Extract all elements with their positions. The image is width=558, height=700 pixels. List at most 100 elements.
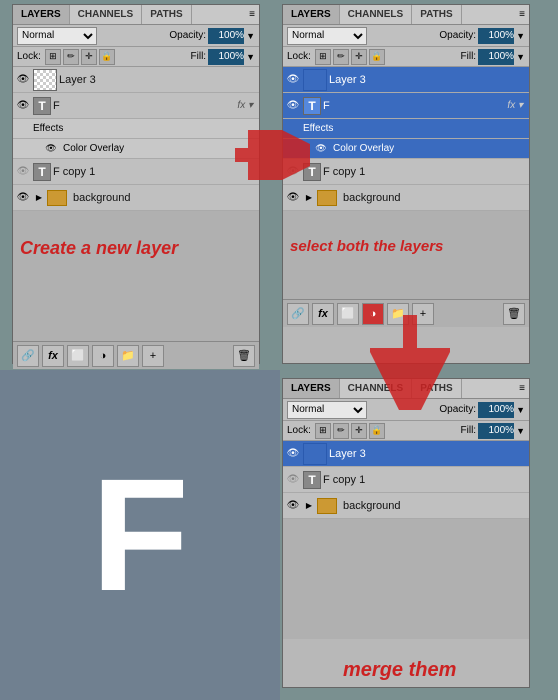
- folder-bg-tl: [47, 190, 67, 206]
- layer-row-bg-br[interactable]: 👁 ▶ background: [283, 493, 529, 519]
- eye-bg-tl[interactable]: 👁: [15, 190, 31, 206]
- layer3-name-br: Layer 3: [329, 448, 527, 460]
- eye-fcopy1-tl[interactable]: 👁: [15, 164, 31, 180]
- link-btn-tr[interactable]: 🔗: [287, 303, 309, 325]
- tab-layers-br[interactable]: LAYERS: [283, 379, 340, 398]
- lock-mov-btn-tr[interactable]: ✛: [351, 49, 367, 65]
- blend-opacity-row-br: Normal Opacity: ▼: [283, 399, 529, 421]
- blend-mode-select-tl[interactable]: Normal: [17, 27, 97, 45]
- layer-row-bg-tr[interactable]: 👁 ▶ background: [283, 185, 529, 211]
- fill-stepper-tl[interactable]: ▼: [246, 52, 255, 62]
- lock-pos-btn-tr[interactable]: ⊞: [315, 49, 331, 65]
- lock-all-btn-br[interactable]: 🔒: [369, 423, 385, 439]
- opacity-input-tl[interactable]: [208, 28, 244, 44]
- effects-row-tr: Effects: [283, 119, 529, 139]
- eye-f-tl[interactable]: 👁: [15, 98, 31, 114]
- layer-row-bg-tl[interactable]: 👁 ▶ background: [13, 185, 259, 211]
- panel-menu-tl[interactable]: ≡: [245, 7, 259, 22]
- text-icon-fcopy1-br: T: [303, 471, 321, 489]
- blend-mode-select-tr[interactable]: Normal: [287, 27, 367, 45]
- opacity-stepper-tl[interactable]: ▼: [246, 31, 255, 41]
- lock-pix-btn-tr[interactable]: ✏: [333, 49, 349, 65]
- tab-channels-tl[interactable]: CHANNELS: [70, 5, 143, 24]
- eye-overlay-tl[interactable]: 👁: [43, 141, 59, 157]
- link-btn-tl[interactable]: 🔗: [17, 345, 39, 367]
- adj-btn-tl[interactable]: ◑: [92, 345, 114, 367]
- lock-all-btn[interactable]: 🔒: [99, 49, 115, 65]
- layer-row-layer3-tl[interactable]: 👁 Layer 3: [13, 67, 259, 93]
- fill-control-tl: Fill: ▼: [191, 49, 255, 65]
- tab-channels-tr[interactable]: CHANNELS: [340, 5, 413, 24]
- fx-badge-f-tr: fx ▾: [507, 100, 527, 111]
- fill-stepper-tr[interactable]: ▼: [516, 52, 525, 62]
- lock-pix-btn-br[interactable]: ✏: [333, 423, 349, 439]
- tab-paths-tl[interactable]: PATHS: [142, 5, 191, 24]
- instruction-merge: merge them: [343, 659, 558, 682]
- eye-fcopy1-tr[interactable]: 👁: [285, 164, 301, 180]
- layer-row-fcopy1-tr[interactable]: 👁 T F copy 1: [283, 159, 529, 185]
- mask-btn-tr[interactable]: ⬜: [337, 303, 359, 325]
- effects-label-tr: Effects: [303, 123, 333, 134]
- lock-pixels-btn[interactable]: ✏: [63, 49, 79, 65]
- eye-fcopy1-br[interactable]: 👁: [285, 472, 301, 488]
- opacity-input-br[interactable]: [478, 402, 514, 418]
- panel-menu-br[interactable]: ≡: [515, 381, 529, 396]
- eye-bg-br[interactable]: 👁: [285, 498, 301, 514]
- new-btn-tl[interactable]: +: [142, 345, 164, 367]
- opacity-stepper-tr[interactable]: ▼: [516, 31, 525, 41]
- fill-input-br[interactable]: [478, 423, 514, 439]
- layer-row-f-tl[interactable]: 👁 T F fx ▾: [13, 93, 259, 119]
- layer-row-fcopy1-br[interactable]: 👁 T F copy 1: [283, 467, 529, 493]
- trash-btn-tr[interactable]: 🗑: [503, 303, 525, 325]
- eye-layer3-tr[interactable]: 👁: [285, 72, 301, 88]
- eye-layer3-br[interactable]: 👁: [285, 446, 301, 462]
- fcopy1-name-br: F copy 1: [323, 474, 527, 486]
- tab-layers-tr[interactable]: LAYERS: [283, 5, 340, 24]
- tab-paths-tr[interactable]: PATHS: [412, 5, 461, 24]
- footer-tl: 🔗 fx ⬜ ◑ 📁 + 🗑: [13, 341, 259, 369]
- text-icon-f-tl: T: [33, 97, 51, 115]
- tab-layers-tl[interactable]: LAYERS: [13, 5, 70, 24]
- opacity-input-tr[interactable]: [478, 28, 514, 44]
- mask-btn-tl[interactable]: ⬜: [67, 345, 89, 367]
- layer-row-f-tr[interactable]: 👁 T F fx ▾: [283, 93, 529, 119]
- collapse-bg-tl[interactable]: ▶: [33, 192, 45, 204]
- fill-stepper-br[interactable]: ▼: [516, 426, 525, 436]
- lock-mov-btn-br[interactable]: ✛: [351, 423, 367, 439]
- opacity-control-tr: Opacity: ▼: [439, 28, 525, 44]
- spacer-br: [283, 519, 529, 639]
- fill-input-tl[interactable]: [208, 49, 244, 65]
- opacity-label-br: Opacity:: [439, 404, 476, 415]
- layer-row-layer3-br[interactable]: 👁 Layer 3: [283, 441, 529, 467]
- fx-btn-tl[interactable]: fx: [42, 345, 64, 367]
- lock-all-btn-tr[interactable]: 🔒: [369, 49, 385, 65]
- fill-input-tr[interactable]: [478, 49, 514, 65]
- collapse-bg-br[interactable]: ▶: [303, 500, 315, 512]
- eye-overlay-tr[interactable]: 👁: [313, 141, 329, 157]
- instruction-select: select both the layers: [290, 238, 443, 255]
- new-btn-tr[interactable]: +: [412, 303, 434, 325]
- tab-paths-br[interactable]: PATHS: [412, 379, 461, 398]
- eye-layer3-tl[interactable]: 👁: [15, 72, 31, 88]
- layer-row-layer3-tr[interactable]: 👁 Layer 3: [283, 67, 529, 93]
- group-btn-tr[interactable]: 📁: [387, 303, 409, 325]
- lock-label-br: Lock:: [287, 425, 311, 436]
- eye-bg-tr[interactable]: 👁: [285, 190, 301, 206]
- lock-position-btn[interactable]: ⊞: [45, 49, 61, 65]
- group-btn-tl[interactable]: 📁: [117, 345, 139, 367]
- color-overlay-row-tl: 👁 Color Overlay: [13, 139, 259, 159]
- fill-control-br: Fill: ▼: [461, 423, 525, 439]
- trash-btn-tl[interactable]: 🗑: [233, 345, 255, 367]
- adj-btn-tr[interactable]: ◑: [362, 303, 384, 325]
- blend-mode-select-br[interactable]: Normal: [287, 401, 367, 419]
- panel-menu-tr[interactable]: ≡: [515, 7, 529, 22]
- layer-row-fcopy1-tl[interactable]: 👁 T F copy 1: [13, 159, 259, 185]
- opacity-stepper-br[interactable]: ▼: [516, 405, 525, 415]
- collapse-bg-tr[interactable]: ▶: [303, 192, 315, 204]
- fcopy1-name-tr: F copy 1: [323, 166, 527, 178]
- tab-channels-br[interactable]: CHANNELS: [340, 379, 413, 398]
- lock-pos-btn-br[interactable]: ⊞: [315, 423, 331, 439]
- eye-f-tr[interactable]: 👁: [285, 98, 301, 114]
- fx-btn-tr[interactable]: fx: [312, 303, 334, 325]
- lock-move-btn[interactable]: ✛: [81, 49, 97, 65]
